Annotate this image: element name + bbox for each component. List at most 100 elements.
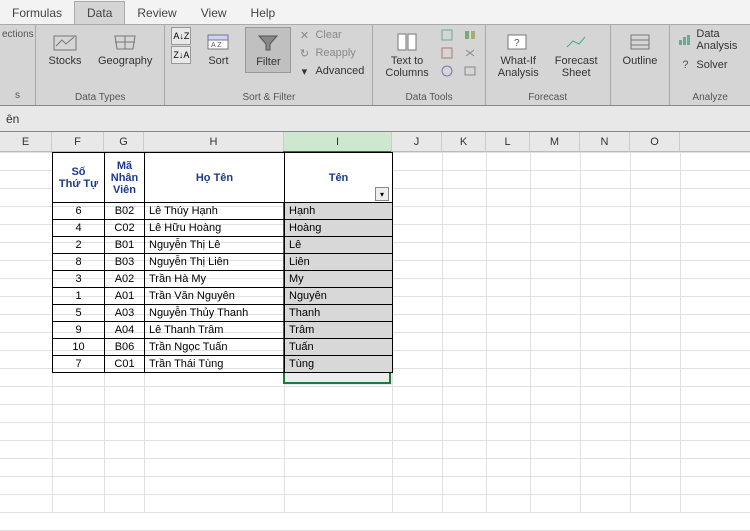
data-table: Số Thứ TựMã Nhân ViênHọ TênTên6B02Lê Thú…	[52, 152, 393, 373]
col-header-H[interactable]: H	[144, 132, 284, 151]
header-hoten: Họ Tên	[145, 153, 285, 203]
data-model-button[interactable]	[461, 63, 479, 79]
cell-stt-3[interactable]: 8	[53, 254, 105, 271]
cell-ten-5[interactable]: Nguyên	[285, 288, 393, 305]
cell-hoten-6[interactable]: Nguyễn Thủy Thanh	[145, 305, 285, 322]
reapply-icon: ↻	[297, 46, 311, 60]
filter-dropdown-arrow[interactable]: ▾	[375, 187, 389, 201]
sort-desc-button[interactable]: Z↓A	[171, 46, 191, 64]
sort-button[interactable]: A Z Sort	[195, 27, 241, 71]
cell-hoten-4[interactable]: Trần Hà My	[145, 271, 285, 288]
col-header-M[interactable]: M	[530, 132, 580, 151]
group-label-data-types: Data Types	[42, 90, 158, 105]
flash-fill-button[interactable]	[439, 27, 457, 43]
cell-ten-8[interactable]: Tuấn	[285, 339, 393, 356]
cell-stt-0[interactable]: 6	[53, 203, 105, 220]
tab-view[interactable]: View	[189, 2, 239, 24]
cell-stt-5[interactable]: 1	[53, 288, 105, 305]
cell-ten-3[interactable]: Liên	[285, 254, 393, 271]
consolidate-button[interactable]	[461, 27, 479, 43]
cell-hoten-2[interactable]: Nguyễn Thị Lê	[145, 237, 285, 254]
remove-dup-button[interactable]	[439, 45, 457, 61]
advanced-icon: ▾	[297, 64, 311, 78]
svg-text:A Z: A Z	[211, 42, 222, 49]
cell-stt-9[interactable]: 7	[53, 356, 105, 373]
cell-stt-7[interactable]: 9	[53, 322, 105, 339]
clear-button[interactable]: ✕Clear	[295, 27, 366, 43]
side-text-top: ections	[2, 29, 33, 40]
cell-stt-8[interactable]: 10	[53, 339, 105, 356]
sort-asc-button[interactable]: A↓Z	[171, 27, 191, 45]
data-analysis-button[interactable]: Data Analysis	[676, 27, 744, 53]
cell-ma-1[interactable]: C02	[105, 220, 145, 237]
stocks-icon	[51, 31, 79, 53]
cell-ten-0[interactable]: Hạnh	[285, 203, 393, 220]
forecast-sheet-icon	[562, 31, 590, 53]
ribbon-tabs: Formulas Data Review View Help	[0, 0, 750, 24]
spreadsheet-grid[interactable]: EFGHIJKLMNO Số Thứ TựMã Nhân ViênHọ TênT…	[0, 132, 750, 512]
col-header-K[interactable]: K	[442, 132, 486, 151]
cell-ma-3[interactable]: B03	[105, 254, 145, 271]
table-row: 3A02Trần Hà MyMy	[53, 271, 393, 288]
tab-help[interactable]: Help	[239, 2, 288, 24]
tab-formulas[interactable]: Formulas	[0, 2, 74, 24]
group-label-data-tools: Data Tools	[379, 90, 478, 105]
group-label-forecast: Forecast	[492, 90, 604, 105]
cell-ten-9[interactable]: Tùng	[285, 356, 393, 373]
cell-ma-2[interactable]: B01	[105, 237, 145, 254]
cell-ten-2[interactable]: Lê	[285, 237, 393, 254]
table-row: 5A03Nguyễn Thủy ThanhThanh	[53, 305, 393, 322]
col-header-N[interactable]: N	[580, 132, 630, 151]
col-header-E[interactable]: E	[0, 132, 52, 151]
cell-ma-0[interactable]: B02	[105, 203, 145, 220]
group-data-tools: Text to Columns Data Tools	[373, 25, 485, 105]
forecast-sheet-button[interactable]: Forecast Sheet	[549, 27, 604, 83]
cell-stt-1[interactable]: 4	[53, 220, 105, 237]
cell-hoten-3[interactable]: Nguyễn Thị Liên	[145, 254, 285, 271]
text-to-columns-button[interactable]: Text to Columns	[379, 27, 434, 83]
solver-button[interactable]: ?Solver	[676, 57, 744, 73]
cell-ma-9[interactable]: C01	[105, 356, 145, 373]
col-header-F[interactable]: F	[52, 132, 104, 151]
geography-icon	[111, 31, 139, 53]
geography-button[interactable]: Geography	[92, 27, 158, 71]
cell-hoten-5[interactable]: Trần Văn Nguyên	[145, 288, 285, 305]
stocks-button[interactable]: Stocks	[42, 27, 88, 71]
col-header-J[interactable]: J	[392, 132, 442, 151]
cell-stt-2[interactable]: 2	[53, 237, 105, 254]
tab-data[interactable]: Data	[74, 1, 125, 24]
data-val-button[interactable]	[439, 63, 457, 79]
outline-icon	[626, 31, 654, 53]
cell-stt-4[interactable]: 3	[53, 271, 105, 288]
ribbon: ections s Stocks Geography Data Types A↓	[0, 24, 750, 106]
cell-ten-4[interactable]: My	[285, 271, 393, 288]
cell-ten-1[interactable]: Hoàng	[285, 220, 393, 237]
relationships-button[interactable]	[461, 45, 479, 61]
col-header-I[interactable]: I	[284, 132, 392, 151]
reapply-button[interactable]: ↻Reapply	[295, 45, 366, 61]
cell-hoten-8[interactable]: Trần Ngọc Tuấn	[145, 339, 285, 356]
side-text-bottom: s	[2, 90, 33, 101]
col-header-O[interactable]: O	[630, 132, 680, 151]
outline-button[interactable]: Outline	[617, 27, 664, 71]
cell-ma-5[interactable]: A01	[105, 288, 145, 305]
cell-ma-8[interactable]: B06	[105, 339, 145, 356]
cell-ma-7[interactable]: A04	[105, 322, 145, 339]
formula-bar[interactable]: ên	[0, 106, 750, 132]
tab-review[interactable]: Review	[125, 2, 188, 24]
advanced-button[interactable]: ▾Advanced	[295, 63, 366, 79]
col-header-G[interactable]: G	[104, 132, 144, 151]
col-header-L[interactable]: L	[486, 132, 530, 151]
cell-hoten-7[interactable]: Lê Thanh Trâm	[145, 322, 285, 339]
what-if-button[interactable]: ? What-If Analysis	[492, 27, 545, 83]
cell-stt-6[interactable]: 5	[53, 305, 105, 322]
filter-button[interactable]: Filter	[245, 27, 291, 73]
cell-ma-6[interactable]: A03	[105, 305, 145, 322]
cell-hoten-0[interactable]: Lê Thúy Hạnh	[145, 203, 285, 220]
cell-ten-7[interactable]: Trâm	[285, 322, 393, 339]
cell-ten-6[interactable]: Thanh	[285, 305, 393, 322]
cell-hoten-1[interactable]: Lê Hữu Hoàng	[145, 220, 285, 237]
cell-ma-4[interactable]: A02	[105, 271, 145, 288]
cell-hoten-9[interactable]: Trần Thái Tùng	[145, 356, 285, 373]
text-to-columns-icon	[393, 31, 421, 53]
